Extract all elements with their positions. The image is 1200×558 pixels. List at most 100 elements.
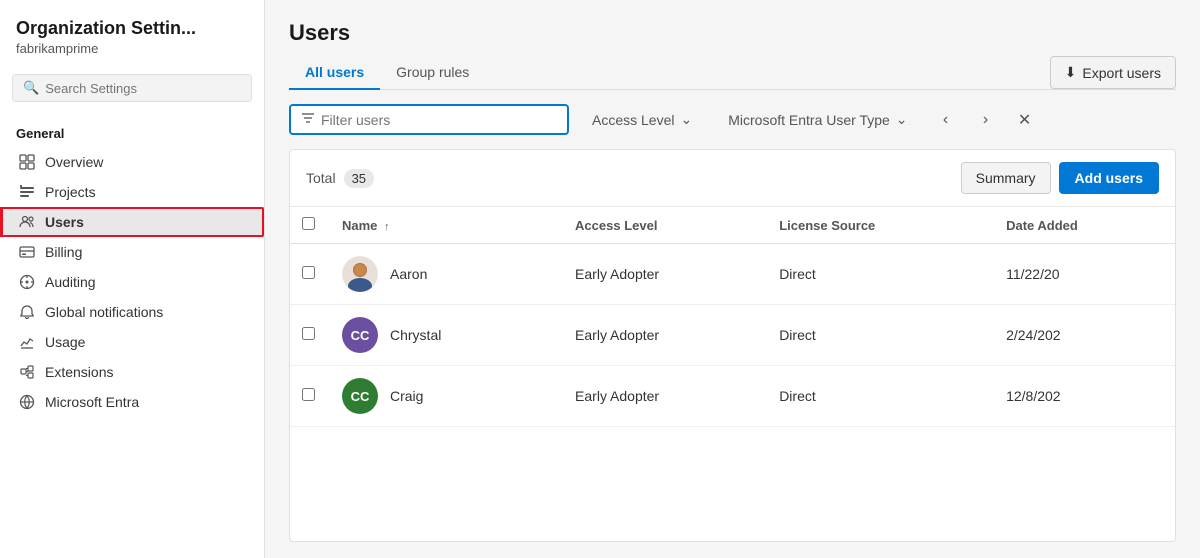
- sidebar-item-extensions[interactable]: Extensions: [0, 357, 264, 387]
- entra-icon: [19, 394, 35, 410]
- overview-icon: [19, 154, 35, 170]
- sidebar-item-projects[interactable]: Projects: [0, 177, 264, 207]
- row-checkbox[interactable]: [302, 266, 315, 279]
- total-badge: Total 35: [306, 169, 374, 188]
- filter-users-input[interactable]: [321, 112, 557, 128]
- avatar: CC: [342, 317, 378, 353]
- row-checkbox-cell[interactable]: [290, 244, 330, 305]
- sidebar-item-users-wrapper: Users: [0, 207, 264, 237]
- filter-icon: [301, 111, 315, 128]
- sidebar-item-label-users: Users: [45, 214, 84, 230]
- table-header-row: Name ↑ Access Level License Source Date …: [290, 207, 1175, 244]
- row-checkbox[interactable]: [302, 327, 315, 340]
- col-header-license-source[interactable]: License Source: [767, 207, 994, 244]
- chevron-down-icon-2: ⌄: [896, 111, 908, 128]
- toolbar-actions: Summary Add users: [961, 162, 1159, 194]
- usage-icon: [19, 334, 35, 350]
- access-level-cell: Early Adopter: [563, 366, 767, 427]
- access-level-cell: Early Adopter: [563, 305, 767, 366]
- license-source-cell: Direct: [767, 305, 994, 366]
- date-added-cell: 2/24/202: [994, 305, 1175, 366]
- add-users-button[interactable]: Add users: [1059, 162, 1159, 194]
- user-name-cell: Aaron: [330, 244, 563, 305]
- total-label: Total: [306, 170, 336, 186]
- sidebar-item-global-notifications[interactable]: Global notifications: [0, 297, 264, 327]
- sidebar-item-label-projects: Projects: [45, 184, 96, 200]
- access-level-cell: Early Adopter: [563, 244, 767, 305]
- license-source-cell: Direct: [767, 244, 994, 305]
- select-all-col: [290, 207, 330, 244]
- col-header-access-level[interactable]: Access Level: [563, 207, 767, 244]
- table-toolbar: Total 35 Summary Add users: [290, 150, 1175, 207]
- sidebar-item-billing[interactable]: Billing: [0, 237, 264, 267]
- table-row: CC Craig Early Adopter Direct 12/8/202: [290, 366, 1175, 427]
- tabs: All users Group rules: [289, 56, 485, 89]
- user-name: Aaron: [390, 266, 427, 282]
- summary-button[interactable]: Summary: [961, 162, 1051, 194]
- prev-nav-button[interactable]: ‹: [931, 105, 961, 135]
- sidebar-item-usage[interactable]: Usage: [0, 327, 264, 357]
- tabs-row: All users Group rules ⬇ Export users: [289, 56, 1176, 90]
- user-name: Craig: [390, 388, 423, 404]
- table-area: Total 35 Summary Add users Name ↑: [289, 149, 1176, 542]
- user-name: Chrystal: [390, 327, 441, 343]
- row-checkbox-cell[interactable]: [290, 305, 330, 366]
- org-subtitle: fabrikamprime: [16, 41, 248, 56]
- sidebar-item-label-entra: Microsoft Entra: [45, 394, 139, 410]
- user-name-cell: CC Craig: [330, 366, 563, 427]
- projects-icon: [19, 184, 35, 200]
- billing-icon: [19, 244, 35, 260]
- date-added-cell: 11/22/20: [994, 244, 1175, 305]
- general-section-label: General: [0, 118, 264, 147]
- avatar: CC: [342, 378, 378, 414]
- sidebar-item-label-overview: Overview: [45, 154, 103, 170]
- sidebar-item-label-extensions: Extensions: [45, 364, 113, 380]
- select-all-checkbox[interactable]: [302, 217, 315, 230]
- org-title: Organization Settin...: [16, 18, 248, 39]
- main-content: Users All users Group rules ⬇ Export use…: [265, 0, 1200, 558]
- next-nav-button[interactable]: ›: [971, 105, 1001, 135]
- extensions-icon: [19, 364, 35, 380]
- sidebar-item-microsoft-entra[interactable]: Microsoft Entra: [0, 387, 264, 417]
- sidebar-item-overview[interactable]: Overview: [0, 147, 264, 177]
- license-source-cell: Direct: [767, 366, 994, 427]
- sidebar-item-users[interactable]: Users: [0, 207, 264, 237]
- auditing-icon: [19, 274, 35, 290]
- users-icon: [19, 214, 35, 230]
- sort-icon-name: ↑: [384, 221, 390, 233]
- page-header: Users All users Group rules ⬇ Export use…: [265, 0, 1200, 90]
- filter-row: Access Level ⌄ Microsoft Entra User Type…: [265, 90, 1200, 149]
- row-checkbox-cell[interactable]: [290, 366, 330, 427]
- users-table: Name ↑ Access Level License Source Date …: [290, 207, 1175, 541]
- clear-filter-button[interactable]: ✕: [1011, 106, 1039, 134]
- sidebar-item-label-billing: Billing: [45, 244, 82, 260]
- search-settings-input-wrapper[interactable]: 🔍: [12, 74, 252, 102]
- export-users-button[interactable]: ⬇ Export users: [1050, 56, 1176, 89]
- table-row: Aaron Early Adopter Direct 11/22/20: [290, 244, 1175, 305]
- filter-input-wrapper[interactable]: [289, 104, 569, 135]
- row-checkbox[interactable]: [302, 388, 315, 401]
- access-level-label: Access Level: [592, 112, 674, 128]
- user-name-cell: CC Chrystal: [330, 305, 563, 366]
- total-count-badge: 35: [344, 169, 374, 188]
- sidebar-item-label-auditing: Auditing: [45, 274, 96, 290]
- user-type-dropdown[interactable]: Microsoft Entra User Type ⌄: [715, 104, 920, 135]
- download-icon: ⬇: [1065, 64, 1077, 81]
- sidebar: Organization Settin... fabrikamprime 🔍 G…: [0, 0, 265, 558]
- export-users-label: Export users: [1082, 65, 1161, 81]
- sidebar-header: Organization Settin... fabrikamprime: [0, 0, 264, 64]
- tab-group-rules[interactable]: Group rules: [380, 56, 485, 90]
- sidebar-item-auditing[interactable]: Auditing: [0, 267, 264, 297]
- tab-all-users[interactable]: All users: [289, 56, 380, 90]
- col-header-name[interactable]: Name ↑: [330, 207, 563, 244]
- access-level-dropdown[interactable]: Access Level ⌄: [579, 104, 705, 135]
- notification-icon: [19, 304, 35, 320]
- search-settings-input[interactable]: [45, 81, 241, 96]
- chevron-down-icon: ⌄: [680, 111, 692, 128]
- sidebar-item-label-notifications: Global notifications: [45, 304, 163, 320]
- col-header-date-added[interactable]: Date Added: [994, 207, 1175, 244]
- avatar: [342, 256, 378, 292]
- table-row: CC Chrystal Early Adopter Direct 2/24/20…: [290, 305, 1175, 366]
- date-added-cell: 12/8/202: [994, 366, 1175, 427]
- page-title: Users: [289, 20, 1176, 46]
